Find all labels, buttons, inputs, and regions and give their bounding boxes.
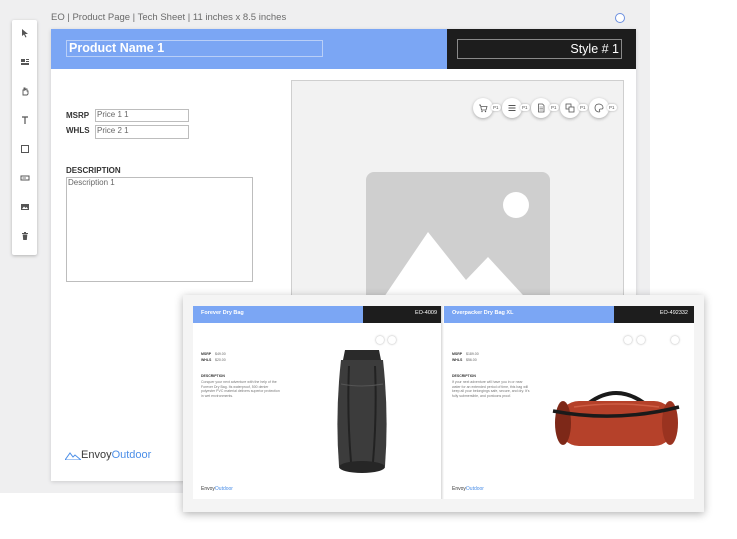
trash-icon[interactable] bbox=[16, 227, 33, 244]
palette-icon[interactable] bbox=[589, 98, 609, 118]
logo-text-outdoor: Outdoor bbox=[111, 449, 152, 461]
preview-left-description: Conquer your next adventure with the hel… bbox=[201, 380, 280, 398]
sheet-title: EO | Product Page | Tech Sheet | 11 inch… bbox=[51, 12, 287, 23]
layout-icon[interactable] bbox=[16, 53, 33, 70]
preview-right-whls-label: WHLS bbox=[452, 358, 463, 362]
preview-right-whls-value: $56.00 bbox=[466, 358, 477, 362]
preview-left-whls-value: $20.00 bbox=[215, 358, 226, 362]
preview-right-msrp-label: MSRP bbox=[452, 352, 463, 356]
preview-page-right: Overpacker Dry Bag XL EO-492332 MSRP $18… bbox=[444, 306, 694, 499]
style-number-field[interactable]: Style # 1 bbox=[457, 39, 622, 59]
whls-label: WHLS bbox=[66, 126, 90, 135]
layers-badge: P1 bbox=[578, 104, 588, 111]
document-icon[interactable] bbox=[531, 98, 551, 118]
msrp-field[interactable]: Price 1 1 bbox=[95, 109, 189, 122]
palette-badge: P1 bbox=[607, 104, 617, 111]
product-name-field[interactable]: Product Name 1 bbox=[66, 40, 323, 57]
preview-right-style-code: EO-492332 bbox=[659, 310, 688, 316]
preview-left-logo-outdoor: Outdoor bbox=[214, 486, 233, 492]
layers-icon[interactable] bbox=[560, 98, 580, 118]
text-icon[interactable] bbox=[16, 111, 33, 128]
whls-field[interactable]: Price 2 1 bbox=[95, 125, 189, 139]
image-placeholder-icon bbox=[366, 172, 550, 299]
preview-right-description: If your next adventure will have you in … bbox=[452, 380, 530, 398]
preview-right-msrp-value: $189.00 bbox=[466, 352, 479, 356]
product-image-box[interactable]: P1 P1 P1 P1 P1 bbox=[291, 80, 624, 300]
preview-left-cart-icon bbox=[376, 336, 384, 344]
cart-icon[interactable] bbox=[473, 98, 493, 118]
preview-left-list-icon bbox=[388, 336, 396, 344]
pointer-icon[interactable] bbox=[16, 24, 33, 41]
preview-right-logo-envoy: Envoy bbox=[452, 486, 466, 492]
preview-left-msrp-label: MSRP bbox=[201, 352, 212, 356]
status-indicator[interactable] bbox=[615, 13, 625, 23]
duffel-dry-bag-image bbox=[552, 391, 680, 446]
document-badge: P1 bbox=[549, 104, 559, 111]
hand-icon[interactable] bbox=[16, 82, 33, 99]
logo-text-envoy: Envoy bbox=[81, 449, 112, 461]
shape-icon[interactable] bbox=[16, 140, 33, 157]
preview-left-msrp-value: $49.00 bbox=[215, 352, 226, 356]
msrp-label: MSRP bbox=[66, 111, 90, 120]
preview-right-logo: EnvoyOutdoor bbox=[452, 486, 484, 492]
dry-bag-backpack-image bbox=[337, 350, 387, 473]
preview-left-logo: EnvoyOutdoor bbox=[201, 486, 233, 492]
tool-palette bbox=[12, 20, 37, 255]
preview-left-description-label: DESCRIPTION bbox=[201, 374, 225, 378]
description-field[interactable]: Description 1 bbox=[66, 177, 253, 282]
canvas: EO | Product Page | Tech Sheet | 11 inch… bbox=[0, 0, 737, 539]
preview-left-style-code: EO-4009 bbox=[414, 310, 437, 316]
preview-left-product-name: Forever Dry Bag bbox=[201, 310, 244, 316]
preview-right-list-icon bbox=[637, 336, 645, 344]
preview-right-product-name: Overpacker Dry Bag XL bbox=[452, 310, 514, 316]
catalog-preview-spread: Forever Dry Bag EO-4009 MSRP $49.00 WHLS… bbox=[183, 295, 704, 512]
preview-left-logo-envoy: Envoy bbox=[201, 486, 215, 492]
field-icon[interactable] bbox=[16, 169, 33, 186]
preview-left-whls-label: WHLS bbox=[201, 358, 212, 362]
envoy-outdoor-logo: Envoy Outdoor bbox=[65, 449, 151, 461]
image-icon[interactable] bbox=[16, 198, 33, 215]
preview-right-palette-icon bbox=[671, 336, 679, 344]
description-label: DESCRIPTION bbox=[66, 166, 121, 175]
preview-page-left: Forever Dry Bag EO-4009 MSRP $49.00 WHLS… bbox=[193, 306, 443, 499]
list-badge: P1 bbox=[520, 104, 530, 111]
cart-badge: P1 bbox=[491, 104, 501, 111]
mountain-logo-icon bbox=[65, 451, 81, 460]
preview-right-cart-icon bbox=[624, 336, 632, 344]
list-icon[interactable] bbox=[502, 98, 522, 118]
preview-right-logo-outdoor: Outdoor bbox=[465, 486, 484, 492]
preview-right-description-label: DESCRIPTION bbox=[452, 374, 476, 378]
